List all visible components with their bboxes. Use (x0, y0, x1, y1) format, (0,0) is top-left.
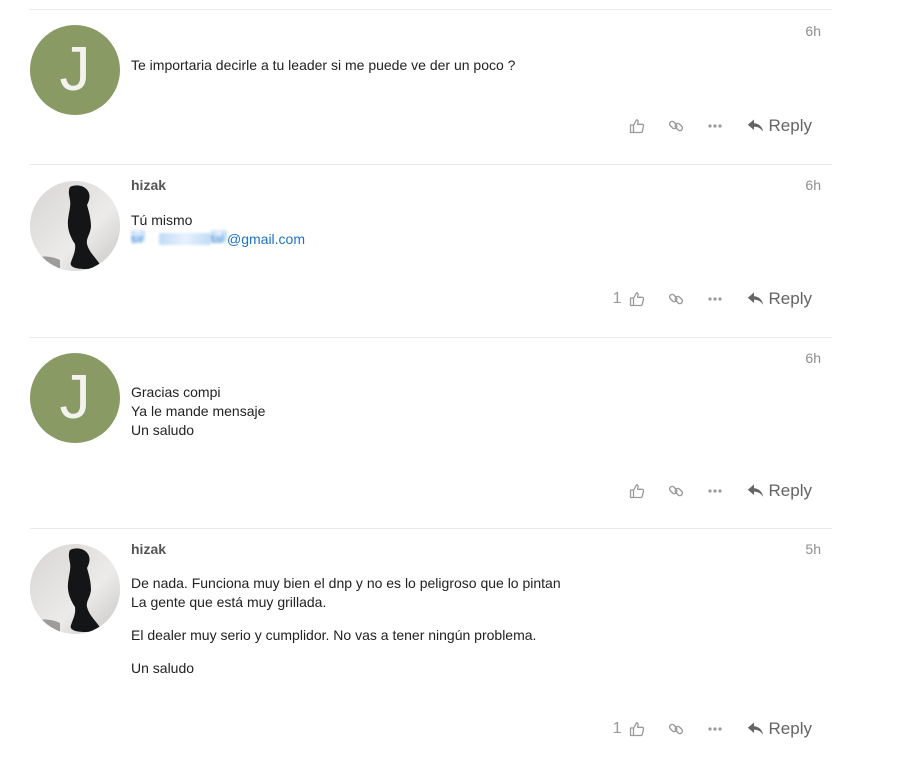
post-actions: Reply (626, 114, 812, 138)
thumbs-up-icon (629, 292, 644, 307)
more-actions-button[interactable] (703, 489, 727, 493)
post-actions: Reply (626, 479, 812, 503)
share-link-button[interactable] (664, 118, 688, 134)
like-count[interactable]: 1 (613, 290, 622, 308)
post-text-line: Ya le mande mensaje (131, 403, 266, 419)
reply-arrow-icon (747, 722, 763, 735)
user-photo-silhouette (30, 544, 120, 634)
more-actions-button[interactable] (703, 297, 727, 301)
post-text-line: De nada. Funciona muy bien el dnp y no e… (131, 575, 561, 591)
post-username[interactable]: hizak (131, 177, 166, 193)
post: J 6h Te importaria decirle a tu leader s… (30, 9, 832, 164)
post-text-line: Un saludo (131, 422, 195, 438)
link-icon (668, 293, 683, 305)
reply-label: Reply (768, 289, 812, 308)
avatar[interactable] (30, 544, 120, 634)
post-username[interactable]: hizak (131, 541, 166, 557)
ellipsis-icon (707, 727, 722, 731)
like-button[interactable] (626, 291, 648, 307)
more-actions-button[interactable] (703, 124, 727, 128)
reply-label: Reply (768, 719, 812, 738)
post-text-line: Un saludo (131, 660, 195, 676)
reply-button[interactable]: Reply (747, 481, 812, 501)
post-body: Tú mismo sir tal @gmail.com (131, 211, 812, 249)
reply-arrow-icon (747, 119, 763, 132)
link-icon (668, 120, 683, 132)
link-icon (668, 485, 683, 497)
post: J 6h Gracias compi Ya le mande mensaje U… (30, 337, 832, 528)
post-time[interactable]: 6h (805, 350, 821, 366)
reply-arrow-icon (747, 292, 763, 305)
reply-label: Reply (768, 116, 812, 135)
email-link[interactable]: sir tal @gmail.com (131, 230, 812, 249)
post-body: Gracias compi Ya le mande mensaje Un sal… (131, 383, 812, 440)
post-time[interactable]: 5h (805, 541, 821, 557)
post-time[interactable]: 6h (805, 177, 821, 193)
like-button[interactable] (626, 483, 648, 499)
post-text-line: El dealer muy serio y cumplidor. No vas … (131, 627, 537, 643)
avatar[interactable]: J (30, 353, 120, 443)
thumbs-up-icon (629, 484, 644, 499)
reply-button[interactable]: Reply (747, 116, 812, 136)
like-count[interactable]: 1 (613, 720, 622, 738)
post: hizak 5h De nada. Funciona muy bien el d… (30, 528, 832, 757)
post-actions: 1 Reply (613, 717, 812, 741)
email-domain: @gmail.com (227, 231, 306, 247)
link-icon (668, 723, 683, 735)
reply-label: Reply (768, 481, 812, 500)
like-button[interactable] (626, 721, 648, 737)
post-text-line: La gente que está muy grillada. (131, 594, 327, 610)
redacted-email-part: sir (131, 230, 145, 246)
user-photo-silhouette (30, 181, 120, 271)
post-stream: J 6h Te importaria decirle a tu leader s… (30, 0, 832, 748)
post-body: De nada. Funciona muy bien el dnp y no e… (131, 574, 812, 678)
share-link-button[interactable] (664, 721, 688, 737)
reply-button[interactable]: Reply (747, 719, 812, 739)
ellipsis-icon (707, 124, 722, 128)
reply-button[interactable]: Reply (747, 289, 812, 309)
thumbs-up-icon (629, 722, 644, 737)
reply-arrow-icon (747, 484, 763, 497)
post-text: Tú mismo (131, 212, 193, 228)
avatar[interactable]: J (30, 25, 120, 115)
more-actions-button[interactable] (703, 727, 727, 731)
redacted-email-part: tal (211, 230, 227, 246)
post: hizak 6h Tú mismo sir tal @gmail.com 1 Rep… (30, 164, 832, 337)
ellipsis-icon (707, 297, 722, 301)
thumbs-up-icon (629, 119, 644, 134)
post-actions: 1 Reply (613, 287, 812, 311)
ellipsis-icon (707, 489, 722, 493)
like-button[interactable] (626, 118, 648, 134)
share-link-button[interactable] (664, 291, 688, 307)
post-text-line: Gracias compi (131, 384, 221, 400)
post-body: Te importaria decirle a tu leader si me … (131, 56, 812, 75)
post-text: Te importaria decirle a tu leader si me … (131, 57, 516, 73)
share-link-button[interactable] (664, 483, 688, 499)
avatar[interactable] (30, 181, 120, 271)
post-time[interactable]: 6h (805, 23, 821, 39)
redacted-email-part (159, 233, 211, 245)
